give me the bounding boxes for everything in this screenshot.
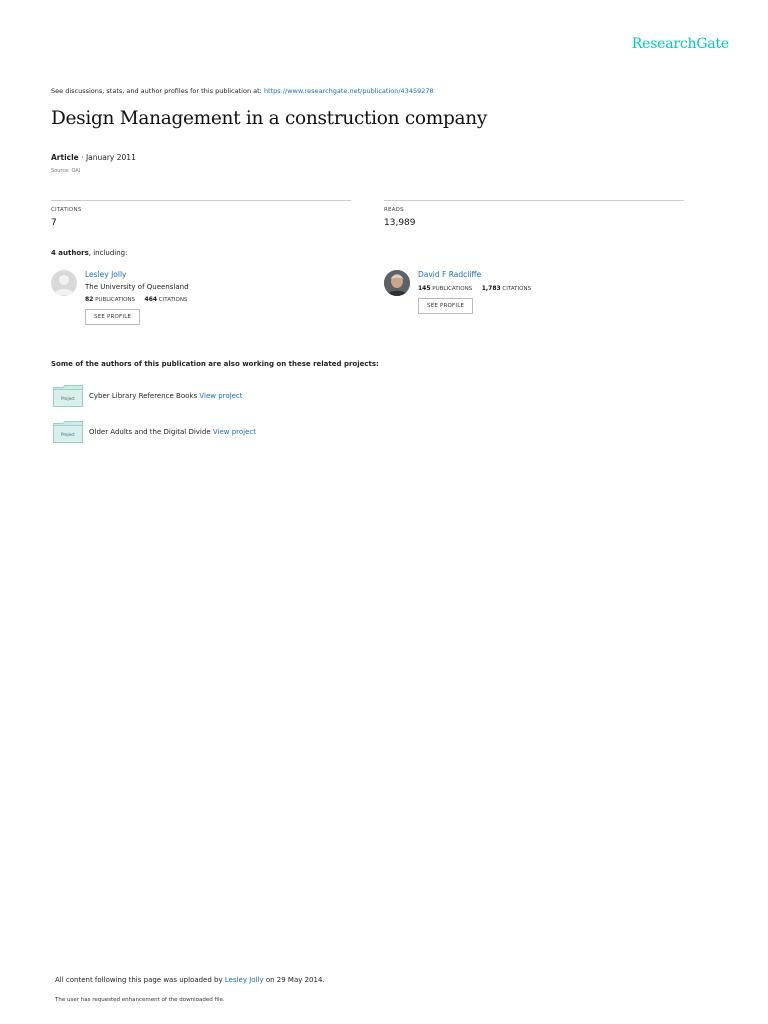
author-institution: The University of Queensland xyxy=(85,283,189,291)
author-stats: 82 PUBLICATIONS 464 CITATIONS xyxy=(85,296,325,303)
publication-title: Design Management in a construction comp… xyxy=(51,108,488,129)
project-folder-label: Project xyxy=(61,432,75,437)
article-type: Article xyxy=(51,153,79,162)
project-folder-icon: Project xyxy=(53,421,83,443)
publications-count: 145 xyxy=(418,285,431,292)
publications-label: PUBLICATIONS xyxy=(95,297,136,303)
author-citations-count: 464 xyxy=(144,296,158,303)
author-citations-label: CITATIONS xyxy=(502,286,532,292)
see-profile-button[interactable]: SEE PROFILE xyxy=(85,309,141,325)
source-label: Source: OAI xyxy=(51,168,81,174)
view-project-link[interactable]: View project xyxy=(199,392,242,400)
citations-label: CITATIONS xyxy=(51,207,82,213)
citations-value: 7 xyxy=(51,218,57,228)
project-text: Cyber Library Reference Books View proje… xyxy=(89,392,243,400)
related-projects-heading: Some of the authors of this publication … xyxy=(51,360,379,368)
photo-avatar[interactable] xyxy=(384,270,410,296)
author-name-link[interactable]: David F Radcliffe xyxy=(418,270,658,280)
see-discussions-line: See discussions, stats, and author profi… xyxy=(51,87,434,95)
publications-count: 82 xyxy=(85,296,94,303)
reads-label: READS xyxy=(384,207,404,213)
reads-value: 13,989 xyxy=(384,218,416,228)
view-project-link[interactable]: View project xyxy=(213,428,256,436)
project-name: Older Adults and the Digital Divide xyxy=(89,428,211,436)
upload-note: All content following this page was uplo… xyxy=(55,976,325,984)
enhancement-note: The user has requested enhancement of th… xyxy=(55,997,225,1003)
author-citations-count: 1,783 xyxy=(481,285,501,292)
project-folder-label: Project xyxy=(61,396,75,401)
upload-prefix: All content following this page was uplo… xyxy=(55,976,223,984)
uploader-link[interactable]: Lesley Jolly xyxy=(225,976,264,984)
reads-stat: READS 13,989 xyxy=(384,200,684,228)
article-date: January 2011 xyxy=(85,153,136,162)
author-info: David F Radcliffe 145 PUBLICATIONS 1,783… xyxy=(418,270,658,314)
project-item: Project Older Adults and the Digital Div… xyxy=(51,421,451,445)
publication-url-link[interactable]: https://www.researchgate.net/publication… xyxy=(264,87,434,95)
project-text: Older Adults and the Digital Divide View… xyxy=(89,428,256,436)
author-info: Lesley Jolly The University of Queenslan… xyxy=(85,270,325,325)
publications-label: PUBLICATIONS xyxy=(432,286,473,292)
authors-suffix: , including: xyxy=(88,249,128,257)
article-meta: Article · January 2011 xyxy=(51,153,136,162)
author-stats: 145 PUBLICATIONS 1,783 CITATIONS xyxy=(418,285,658,292)
researchgate-logo[interactable]: ResearchGate xyxy=(632,36,729,52)
author-citations-label: CITATIONS xyxy=(158,297,188,303)
project-item: Project Cyber Library Reference Books Vi… xyxy=(51,385,451,409)
see-discussions-text: See discussions, stats, and author profi… xyxy=(51,87,262,95)
authors-count: 4 authors xyxy=(51,249,89,257)
citations-stat: CITATIONS 7 xyxy=(51,200,351,228)
project-name: Cyber Library Reference Books xyxy=(89,392,198,400)
project-folder-icon: Project xyxy=(53,385,83,407)
authors-heading: 4 authors, including: xyxy=(51,249,127,257)
upload-suffix: on 29 May 2014. xyxy=(265,976,325,984)
author-name-link[interactable]: Lesley Jolly xyxy=(85,270,325,280)
see-profile-button[interactable]: SEE PROFILE xyxy=(418,298,474,314)
placeholder-avatar-icon[interactable] xyxy=(51,270,77,296)
